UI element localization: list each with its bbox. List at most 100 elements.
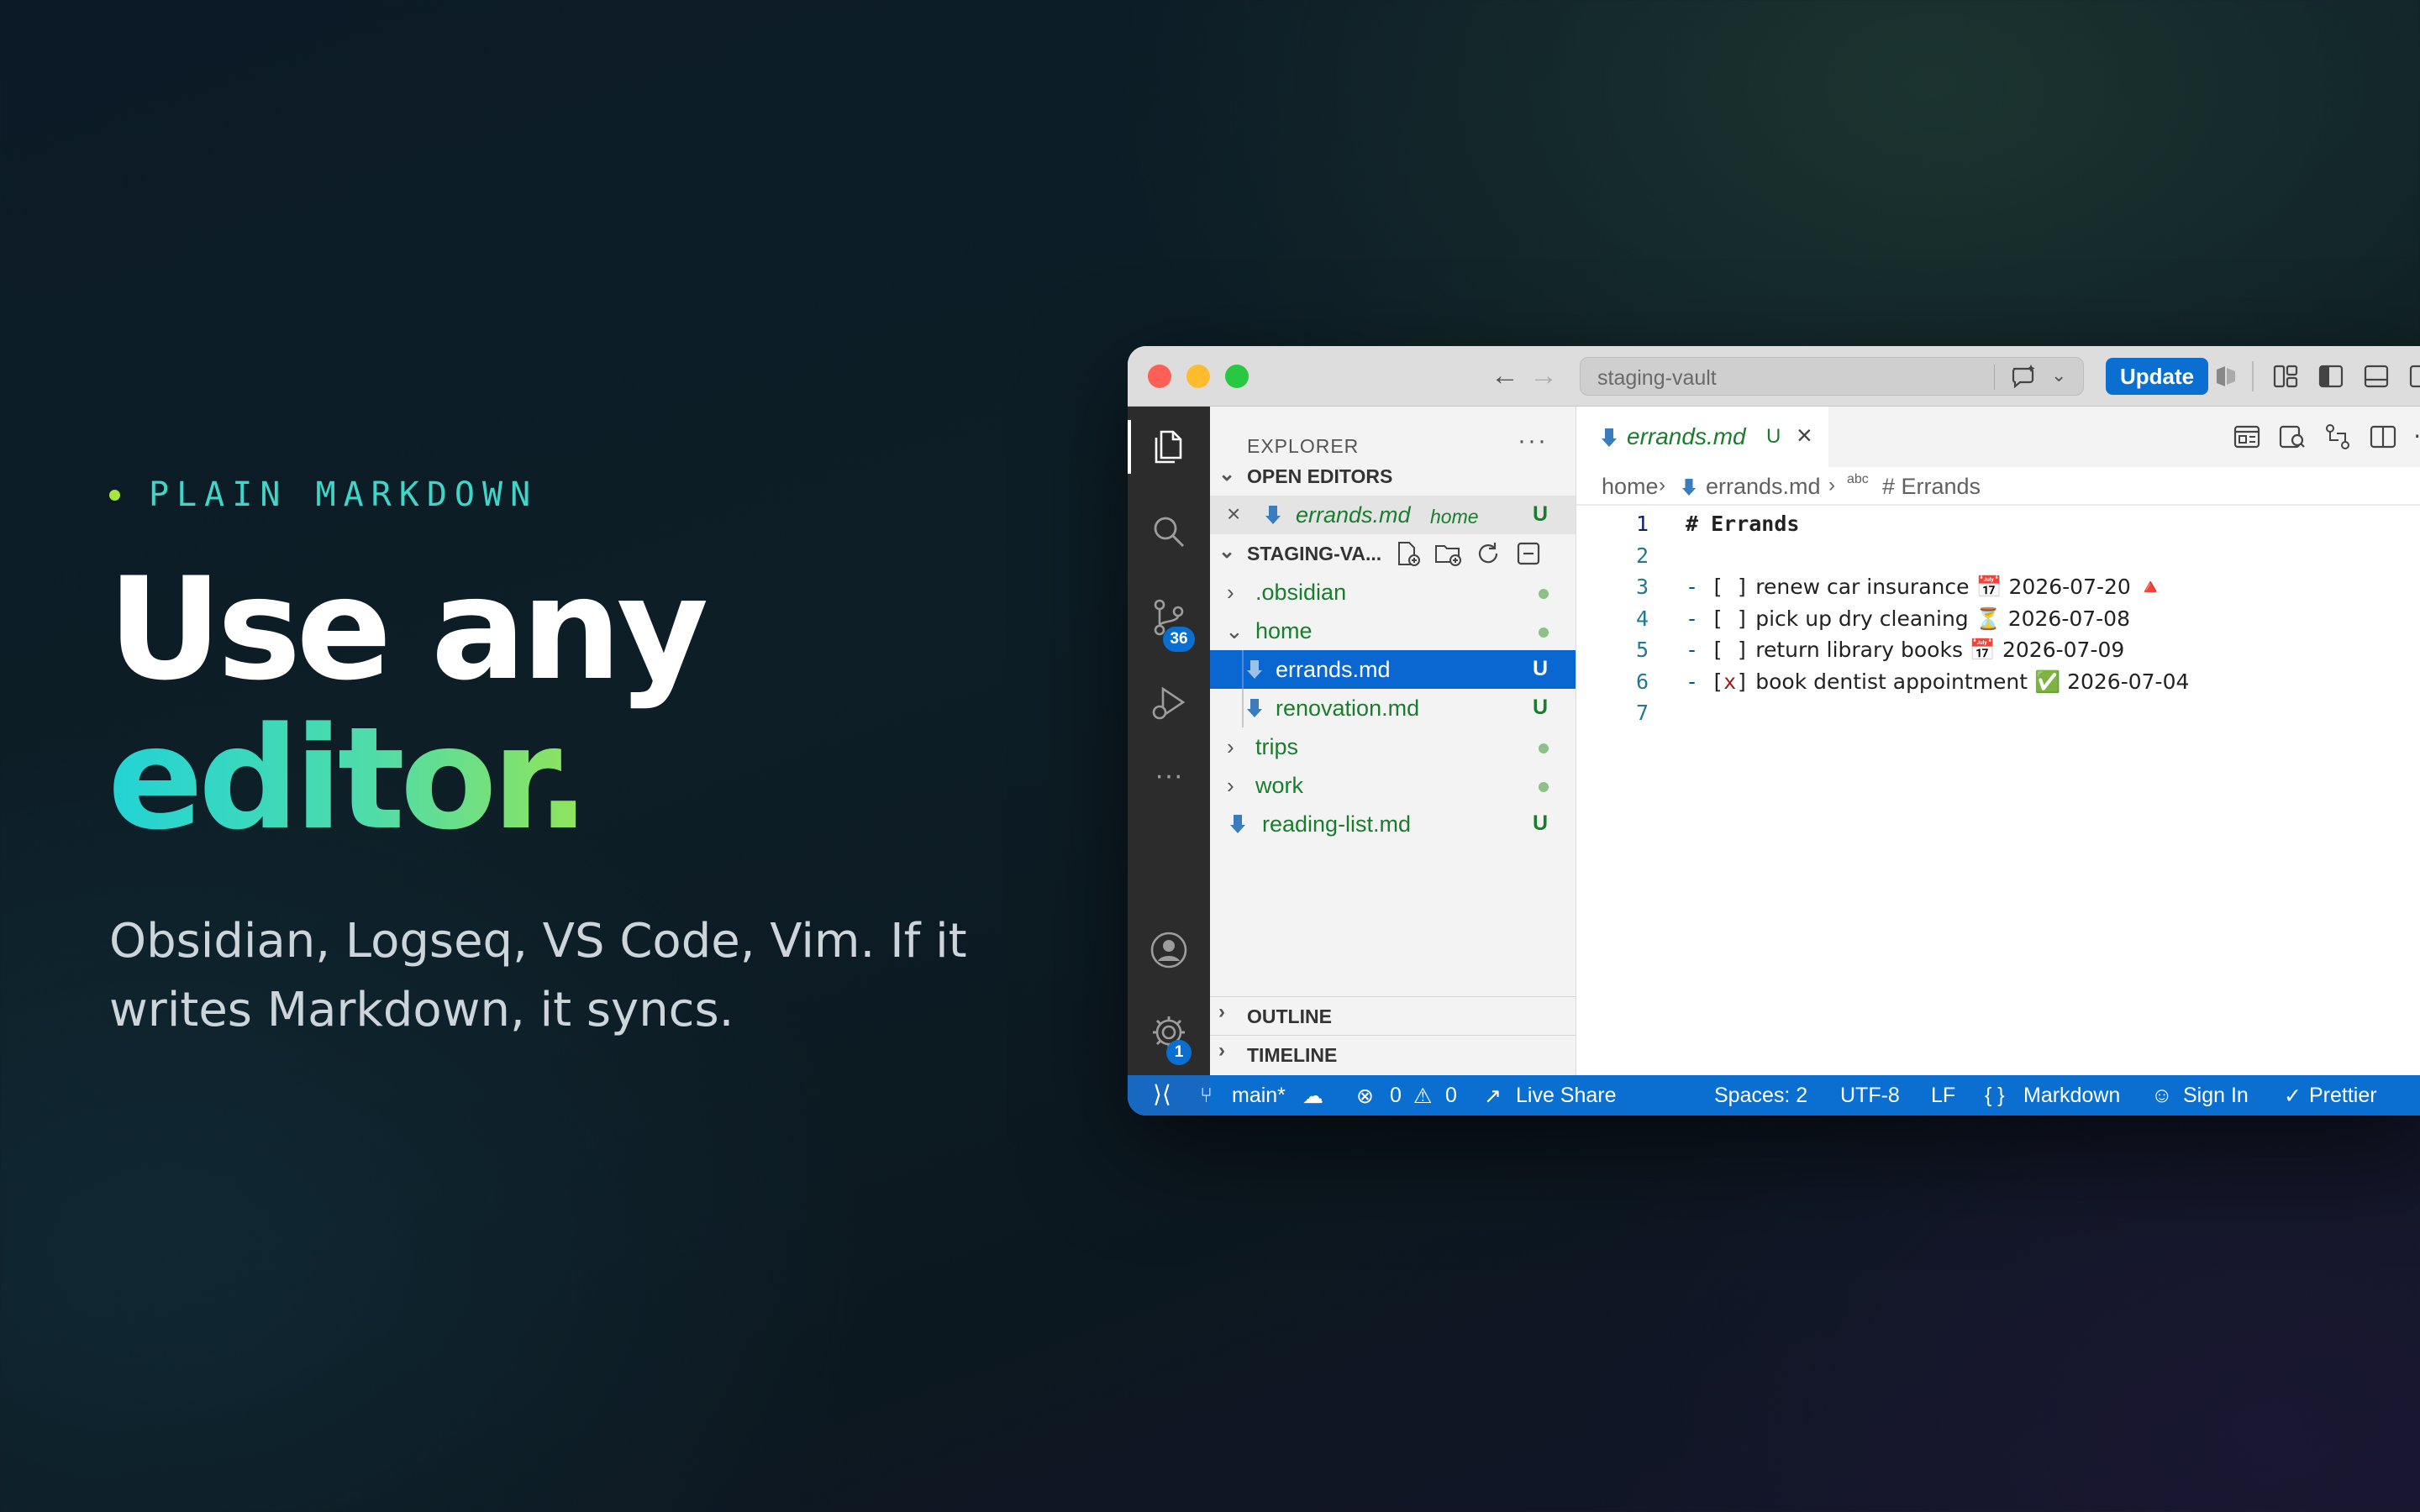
tree-file-renovation[interactable]: renovation.md U: [1210, 689, 1576, 727]
workspace-header[interactable]: ⌄ STAGING-VA...: [1210, 534, 1576, 571]
files-icon: [1155, 430, 1182, 464]
prettier[interactable]: Prettier: [2309, 1084, 2377, 1108]
headline-line2: editor.: [108, 704, 703, 853]
command-center-divider: [1994, 365, 1995, 390]
close-window-button[interactable]: [1148, 365, 1171, 388]
string-symbol-icon: abc: [1847, 472, 1869, 486]
tree-item-label: work: [1255, 773, 1304, 798]
branch-name[interactable]: main*: [1232, 1084, 1286, 1108]
breadcrumb-item-file[interactable]: errands.md: [1706, 474, 1821, 500]
tree-folder-trips[interactable]: › trips: [1210, 727, 1576, 766]
more-icon[interactable]: ···: [1148, 759, 1190, 801]
forward-arrow-icon[interactable]: →: [1529, 360, 1558, 392]
open-editors-header[interactable]: ⌄ OPEN EDITORS: [1210, 457, 1576, 494]
sign-in[interactable]: Sign In: [2183, 1084, 2249, 1108]
refresh-icon[interactable]: [1474, 539, 1502, 568]
git-status-dot: [1539, 782, 1549, 792]
open-editors-label: OPEN EDITORS: [1247, 465, 1393, 487]
remote-indicator[interactable]: ⟩⟨: [1128, 1075, 1210, 1116]
git-status-badge: U: [1533, 811, 1549, 835]
live-share[interactable]: Live Share: [1516, 1084, 1617, 1108]
timeline-label: TIMELINE: [1247, 1044, 1338, 1066]
outline-header[interactable]: › OUTLINE: [1210, 996, 1576, 1033]
git-status-badge: U: [1533, 696, 1549, 719]
open-preview-icon[interactable]: [2232, 422, 2262, 452]
tree-item-label: reading-list.md: [1262, 811, 1412, 837]
run-debug-icon: [1152, 686, 1186, 720]
error-count[interactable]: 0: [1390, 1084, 1402, 1108]
open-preview-side-icon[interactable]: [2277, 422, 2307, 452]
new-file-icon[interactable]: [1393, 539, 1422, 568]
new-folder-icon[interactable]: [1434, 539, 1462, 568]
source-control-badge: 36: [1163, 627, 1195, 652]
search-icon: [1154, 517, 1185, 548]
editor-area: errands.md U × ⋯ home › errands.md › abc…: [1576, 407, 2420, 1075]
search-activity[interactable]: [1148, 511, 1190, 553]
zoom-window-button[interactable]: [1225, 365, 1249, 388]
customize-layout-icon[interactable]: [2272, 363, 2299, 390]
breadcrumb-item-heading[interactable]: # Errands: [1882, 474, 1981, 500]
encoding[interactable]: UTF-8: [1840, 1084, 1900, 1108]
minimize-window-button[interactable]: [1186, 365, 1210, 388]
language-mode[interactable]: Markdown: [2023, 1084, 2120, 1108]
chevron-down-icon: ⌄: [1218, 540, 1236, 563]
toggle-primary-sidebar-icon[interactable]: [2317, 363, 2344, 390]
tab-errands[interactable]: errands.md U ×: [1576, 407, 1828, 467]
line-number: 3: [1635, 575, 1649, 599]
code-line: 2: [1576, 541, 2420, 573]
more-actions-icon[interactable]: ⋯: [2413, 422, 2420, 449]
line-content: - [ ] pick up dry cleaning ⏳ 2026-07-08: [1686, 606, 2130, 631]
code-line: 1 # Errands: [1576, 509, 2420, 541]
tree-item-label: .obsidian: [1255, 580, 1347, 605]
tree-folder-obsidian[interactable]: › .obsidian: [1210, 573, 1576, 612]
chevron-down-icon: ⌄: [1218, 463, 1236, 486]
chevron-right-icon: ›: [1218, 1039, 1225, 1062]
tree-file-errands[interactable]: errands.md U: [1210, 650, 1576, 689]
git-status-dot: [1539, 743, 1549, 753]
indentation[interactable]: Spaces: 2: [1714, 1084, 1807, 1108]
collapse-all-icon[interactable]: [1514, 539, 1543, 568]
run-debug-activity[interactable]: [1148, 682, 1190, 724]
accounts-activity[interactable]: [1148, 929, 1190, 971]
explorer-activity[interactable]: [1148, 425, 1190, 467]
compare-changes-icon[interactable]: [2323, 422, 2353, 452]
git-status-dot: [1539, 627, 1549, 638]
line-content: - [ ] return library books 📅 2026-07-09: [1686, 638, 2125, 662]
line-number: 1: [1635, 512, 1649, 536]
settings-badge: 1: [1166, 1040, 1192, 1065]
close-icon[interactable]: ×: [1797, 420, 1812, 451]
open-editor-item[interactable]: × errands.md home U: [1210, 496, 1576, 534]
explorer-more-icon[interactable]: ···: [1518, 427, 1548, 455]
subtitle: Obsidian, Logseq, VS Code, Vim. If it wr…: [109, 914, 967, 1037]
line-number: 5: [1635, 638, 1649, 662]
command-center-label: staging-vault: [1597, 366, 1717, 390]
title-bar: ← → staging-vault ⌄ Update: [1128, 346, 2420, 407]
tree-folder-work[interactable]: › work: [1210, 766, 1576, 805]
markdown-file-icon: [1247, 660, 1262, 679]
command-center[interactable]: staging-vault ⌄: [1580, 357, 2084, 396]
line-number: 6: [1635, 669, 1649, 694]
warning-count[interactable]: 0: [1445, 1084, 1457, 1108]
tree-folder-home[interactable]: ⌄ home: [1210, 612, 1576, 650]
update-button[interactable]: Update: [2106, 358, 2208, 395]
tree-file-reading-list[interactable]: reading-list.md U: [1210, 805, 1576, 843]
toggle-secondary-sidebar-icon[interactable]: [2408, 363, 2420, 390]
sync-cloud-icon[interactable]: ☁: [1302, 1084, 1323, 1109]
close-icon[interactable]: ×: [1227, 501, 1240, 528]
back-arrow-icon[interactable]: ←: [1491, 360, 1519, 392]
open-editor-name: errands.md: [1296, 502, 1411, 528]
breadcrumb-item-home[interactable]: home: [1602, 474, 1659, 500]
titlebar-divider: [2252, 361, 2254, 391]
chevron-right-icon: ›: [1227, 734, 1234, 759]
end-of-line[interactable]: LF: [1931, 1084, 1955, 1108]
split-editor-icon[interactable]: [2368, 422, 2398, 452]
markdown-file-icon: [1265, 506, 1281, 524]
code-line: 5 - [ ] return library books 📅 2026-07-0…: [1576, 635, 2420, 667]
accounts-overlap-icon: [2217, 366, 2235, 386]
breadcrumb: home › errands.md › abc # Errands: [1576, 467, 2420, 506]
chat-icon[interactable]: [2009, 363, 2038, 391]
line-content: - [x] book dentist appointment ✅ 2026-07…: [1686, 669, 2190, 694]
timeline-header[interactable]: › TIMELINE: [1210, 1035, 1576, 1072]
chevron-down-icon[interactable]: ⌄: [2051, 365, 2066, 386]
toggle-panel-icon[interactable]: [2363, 363, 2390, 390]
